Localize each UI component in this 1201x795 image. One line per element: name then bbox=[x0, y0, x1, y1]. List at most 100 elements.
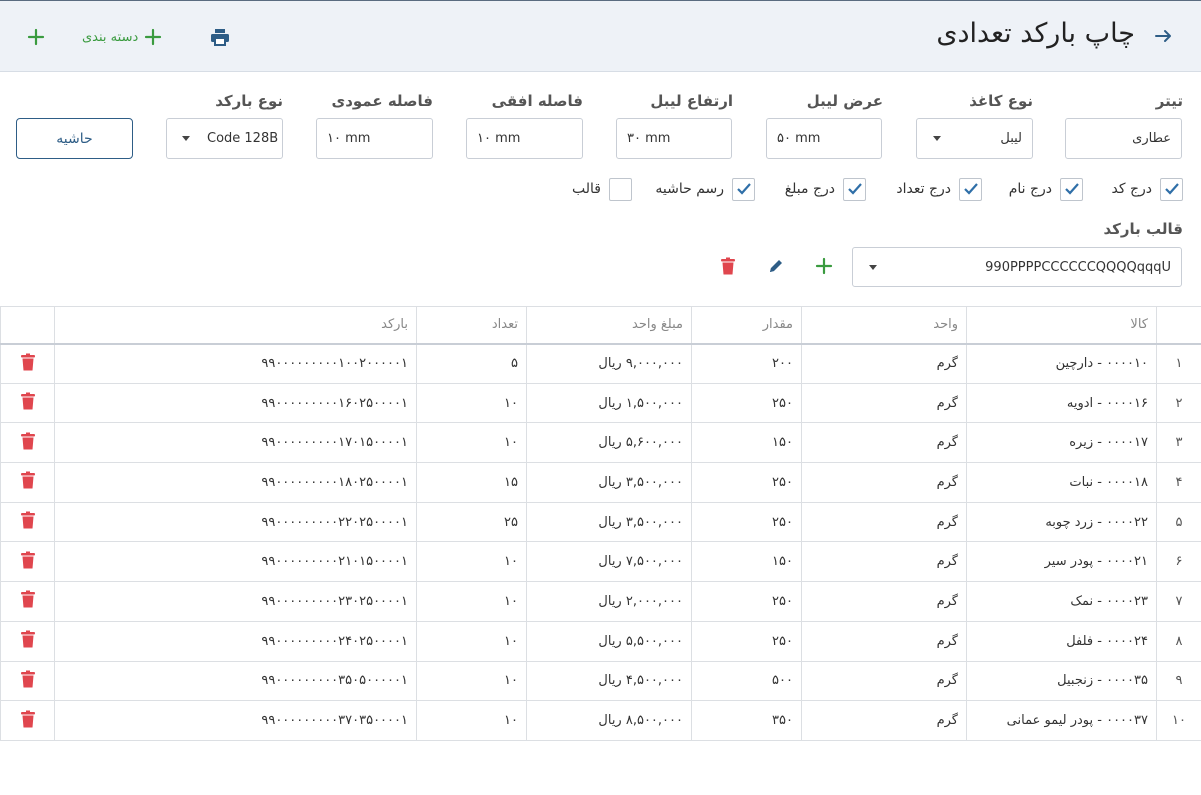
column-header-unit[interactable]: واحد bbox=[801, 306, 967, 344]
column-header-actions bbox=[0, 306, 55, 344]
cell-unit: گرم bbox=[801, 541, 967, 583]
paper-type-label: نوع کاغذ bbox=[969, 92, 1033, 110]
cell-count: ۱۰ bbox=[416, 382, 527, 424]
chevron-down-icon bbox=[869, 265, 877, 270]
trash-icon[interactable] bbox=[20, 710, 36, 728]
table-row[interactable]: ۱ ۰۰۰۰۱۰ - دارچین گرم ۲۰۰ ۹,۰۰۰,۰۰۰ ریال ۵ ۹۹۰… bbox=[0, 343, 1201, 384]
table-row[interactable]: ۷ ۰۰۰۰۲۳ - نمک گرم ۲۵۰ ۲,۰۰۰,۰۰۰ ریال ۱۰ ۹۹۰۰۰… bbox=[0, 581, 1201, 622]
label-height-input[interactable]: ۳۰ mm bbox=[616, 118, 732, 159]
check-icon bbox=[1164, 183, 1179, 195]
checkbox-box[interactable] bbox=[959, 177, 982, 201]
cell-barcode: ۹۹۰۰۰۰۰۰۰۰۰۳۷۰۳۵۰۰۰۰۱ bbox=[54, 700, 417, 741]
table-row[interactable]: ۵ ۰۰۰۰۲۲ - زرد چوبه گرم ۲۵۰ ۳,۵۰۰,۰۰۰ ریال ۲۵… bbox=[0, 501, 1201, 543]
trash-icon[interactable] bbox=[20, 432, 36, 450]
add-button[interactable] bbox=[24, 25, 48, 49]
cell-count: ۱۰ bbox=[416, 660, 527, 702]
row-delete-cell bbox=[0, 382, 55, 424]
checkbox-draw-border[interactable]: رسم حاشیه bbox=[655, 177, 755, 201]
checkbox-insert-code[interactable]: درج کد bbox=[1112, 177, 1183, 201]
row-delete-cell bbox=[0, 620, 55, 662]
cell-unit-price: ۱,۵۰۰,۰۰۰ ریال bbox=[526, 382, 692, 424]
cell-quantity: ۲۵۰ bbox=[691, 501, 802, 543]
table-row[interactable]: ۲ ۰۰۰۰۱۶ - ادویه گرم ۲۵۰ ۱,۵۰۰,۰۰۰ ریال ۱۰ ۹۹۰… bbox=[0, 382, 1201, 424]
cell-barcode: ۹۹۰۰۰۰۰۰۰۰۰۱۰۰۲۰۰۰۰۰۱ bbox=[54, 343, 417, 384]
cell-barcode: ۹۹۰۰۰۰۰۰۰۰۰۱۷۰۱۵۰۰۰۰۱ bbox=[54, 422, 417, 464]
cell-unit-price: ۳,۵۰۰,۰۰۰ ریال bbox=[526, 501, 692, 543]
trash-icon[interactable] bbox=[20, 392, 36, 410]
trash-icon[interactable] bbox=[20, 630, 36, 648]
checkbox-template[interactable]: قالب bbox=[572, 177, 632, 201]
trash-icon[interactable] bbox=[20, 471, 36, 489]
table-row[interactable]: ۱۰ ۰۰۰۰۳۷ - پودر لیمو عمانی گرم ۳۵۰ ۸,۵۰۰,۰۰… bbox=[0, 700, 1201, 741]
checkbox-insert-count[interactable]: درج تعداد bbox=[896, 177, 982, 201]
add-category-button[interactable]: دسته بندی bbox=[82, 25, 162, 49]
checkbox-insert-price[interactable]: درج مبلغ bbox=[785, 177, 866, 201]
table-row[interactable]: ۶ ۰۰۰۰۲۱ - پودر سیر گرم ۱۵۰ ۷,۵۰۰,۰۰۰ ریال ۱۰… bbox=[0, 541, 1201, 583]
row-index: ۶ bbox=[1156, 541, 1201, 583]
row-index: ۵ bbox=[1156, 501, 1201, 543]
cell-count: ۲۵ bbox=[416, 501, 527, 543]
cell-unit-price: ۸,۵۰۰,۰۰۰ ریال bbox=[526, 700, 692, 741]
table-row[interactable]: ۳ ۰۰۰۰۱۷ - زیره گرم ۱۵۰ ۵,۶۰۰,۰۰۰ ریال ۱۰ ۹۹۰۰… bbox=[0, 422, 1201, 464]
plus-icon bbox=[27, 28, 45, 46]
barcode-items-table: کالا واحد مقدار مبلغ واحد تعداد بارکد ۱۰… bbox=[0, 306, 1201, 741]
column-header-quantity[interactable]: مقدار bbox=[691, 306, 802, 344]
column-header-item[interactable]: کالا bbox=[966, 306, 1157, 344]
title-input[interactable]: عطاری bbox=[1065, 118, 1182, 159]
v-gap-input[interactable]: ۱۰ mm bbox=[316, 118, 433, 159]
cell-item: ۰۰۰۰۲۴ - فلفل bbox=[966, 620, 1157, 662]
back-arrow-icon[interactable] bbox=[1153, 25, 1175, 47]
cell-count: ۱۰ bbox=[416, 581, 527, 622]
edit-template-button[interactable] bbox=[765, 255, 787, 277]
label-width-input[interactable]: ۵۰ mm bbox=[766, 118, 882, 159]
cell-unit: گرم bbox=[801, 620, 967, 662]
pencil-icon bbox=[770, 260, 782, 272]
print-button[interactable] bbox=[208, 25, 232, 49]
check-icon bbox=[1064, 183, 1079, 195]
cell-unit: گرم bbox=[801, 422, 967, 464]
cell-barcode: ۹۹۰۰۰۰۰۰۰۰۰۲۲۰۲۵۰۰۰۰۱ bbox=[54, 501, 417, 543]
trash-icon[interactable] bbox=[20, 511, 36, 529]
checkbox-insert-name[interactable]: درج نام bbox=[1009, 177, 1083, 201]
checkbox-box[interactable] bbox=[609, 177, 632, 201]
checkbox-box[interactable] bbox=[1160, 177, 1183, 201]
trash-icon[interactable] bbox=[20, 353, 36, 371]
checkbox-box[interactable] bbox=[732, 177, 755, 201]
cell-unit-price: ۵,۶۰۰,۰۰۰ ریال bbox=[526, 422, 692, 464]
add-template-button[interactable] bbox=[813, 255, 835, 277]
check-icon bbox=[963, 183, 978, 195]
checkbox-box[interactable] bbox=[1060, 177, 1083, 201]
table-row[interactable]: ۴ ۰۰۰۰۱۸ - نبات گرم ۲۵۰ ۳,۵۰۰,۰۰۰ ریال ۱۵ ۹۹۰۰… bbox=[0, 462, 1201, 503]
table-row[interactable]: ۸ ۰۰۰۰۲۴ - فلفل گرم ۲۵۰ ۵,۵۰۰,۰۰۰ ریال ۱۰ ۹۹۰۰… bbox=[0, 620, 1201, 662]
cell-count: ۱۰ bbox=[416, 700, 527, 741]
cell-unit: گرم bbox=[801, 343, 967, 384]
cell-count: ۱۰ bbox=[416, 422, 527, 464]
border-button[interactable]: حاشیه bbox=[16, 118, 133, 159]
barcode-type-select[interactable]: Code 128B bbox=[166, 118, 283, 159]
checkbox-box[interactable] bbox=[843, 177, 866, 201]
cell-item: ۰۰۰۰۲۱ - پودر سیر bbox=[966, 541, 1157, 583]
row-delete-cell bbox=[0, 343, 55, 384]
row-index: ۴ bbox=[1156, 462, 1201, 503]
trash-icon[interactable] bbox=[20, 590, 36, 608]
trash-icon bbox=[721, 257, 735, 275]
column-header-unit-price[interactable]: مبلغ واحد bbox=[526, 306, 692, 344]
h-gap-input[interactable]: ۱۰ mm bbox=[466, 118, 583, 159]
page-header: چاپ بارکد تعدادی دسته بندی bbox=[0, 0, 1201, 72]
column-header-barcode[interactable]: بارکد bbox=[54, 306, 417, 344]
barcode-template-select[interactable]: 990PPPPCCCCCCQQQQqqqU bbox=[852, 247, 1182, 287]
column-header-count[interactable]: تعداد bbox=[416, 306, 527, 344]
trash-icon[interactable] bbox=[20, 551, 36, 569]
trash-icon[interactable] bbox=[20, 670, 36, 688]
row-delete-cell bbox=[0, 501, 55, 543]
row-index: ۳ bbox=[1156, 422, 1201, 464]
cell-item: ۰۰۰۰۱۶ - ادویه bbox=[966, 382, 1157, 424]
label-width-label: عرض لیبل bbox=[806, 92, 883, 110]
table-row[interactable]: ۹ ۰۰۰۰۳۵ - زنجبیل گرم ۵۰۰ ۴,۵۰۰,۰۰۰ ریال ۱۰ ۹۹… bbox=[0, 660, 1201, 702]
cell-barcode: ۹۹۰۰۰۰۰۰۰۰۰۱۸۰۲۵۰۰۰۰۱ bbox=[54, 462, 417, 503]
check-icon bbox=[736, 183, 751, 195]
row-delete-cell bbox=[0, 581, 55, 622]
cell-unit-price: ۲,۰۰۰,۰۰۰ ریال bbox=[526, 581, 692, 622]
paper-type-select[interactable]: لیبل bbox=[916, 118, 1033, 159]
delete-template-button[interactable] bbox=[717, 255, 739, 277]
